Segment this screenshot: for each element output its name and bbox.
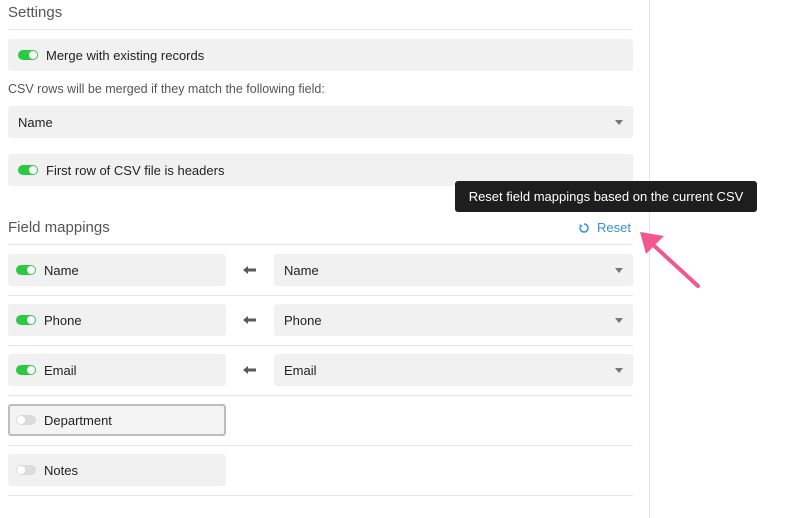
caret-down-icon	[615, 368, 623, 373]
mapping-field-notes[interactable]: Notes	[8, 454, 226, 486]
mapping-field-label: Notes	[44, 462, 78, 478]
merge-records-toggle[interactable]	[18, 50, 38, 60]
divider	[8, 345, 633, 346]
mapping-csv-value: Name	[284, 262, 319, 278]
mapping-field-label: Email	[44, 362, 77, 378]
divider	[8, 445, 633, 446]
reset-tooltip: Reset field mappings based on the curren…	[455, 181, 757, 212]
merge-hint-text: CSV rows will be merged if they match th…	[8, 82, 325, 96]
mapping-toggle-department[interactable]	[16, 415, 36, 425]
mapping-toggle-email[interactable]	[16, 365, 36, 375]
divider	[8, 244, 633, 245]
mapping-field-phone[interactable]: Phone	[8, 304, 226, 336]
divider	[8, 29, 633, 30]
mapping-field-label: Phone	[44, 312, 82, 328]
mapping-field-label: Name	[44, 262, 79, 278]
arrow-left-icon	[243, 266, 256, 274]
mapping-csv-select-name[interactable]: Name	[274, 254, 633, 286]
caret-down-icon	[615, 120, 623, 125]
import-settings-panel: Settings Merge with existing records CSV…	[0, 0, 650, 518]
mapping-csv-value: Phone	[284, 312, 322, 328]
divider	[8, 395, 633, 396]
merge-records-label: Merge with existing records	[46, 47, 205, 63]
arrow-left-icon	[243, 316, 256, 324]
caret-down-icon	[615, 268, 623, 273]
merge-records-toggle-row[interactable]: Merge with existing records	[8, 39, 633, 71]
merge-field-value: Name	[18, 114, 53, 130]
divider	[8, 495, 633, 496]
merge-field-select[interactable]: Name	[8, 106, 633, 138]
mapping-field-name[interactable]: Name	[8, 254, 226, 286]
mapping-field-department[interactable]: Department	[8, 404, 226, 436]
mapping-csv-value: Email	[284, 362, 317, 378]
divider	[8, 295, 633, 296]
mapping-field-email[interactable]: Email	[8, 354, 226, 386]
mapping-csv-select-email[interactable]: Email	[274, 354, 633, 386]
headers-toggle-label: First row of CSV file is headers	[46, 162, 225, 178]
field-mappings-heading: Field mappings	[8, 219, 110, 236]
settings-heading: Settings	[8, 4, 63, 21]
reset-mappings-button[interactable]: Reset	[578, 220, 631, 235]
reset-label: Reset	[597, 220, 631, 235]
mapping-toggle-phone[interactable]	[16, 315, 36, 325]
mapping-field-label: Department	[44, 412, 112, 428]
caret-down-icon	[615, 318, 623, 323]
headers-toggle[interactable]	[18, 165, 38, 175]
refresh-icon	[579, 222, 589, 233]
mapping-toggle-name[interactable]	[16, 265, 36, 275]
mapping-csv-select-phone[interactable]: Phone	[274, 304, 633, 336]
annotation-arrow-icon	[640, 232, 700, 288]
arrow-left-icon	[243, 366, 256, 374]
mapping-toggle-notes[interactable]	[16, 465, 36, 475]
